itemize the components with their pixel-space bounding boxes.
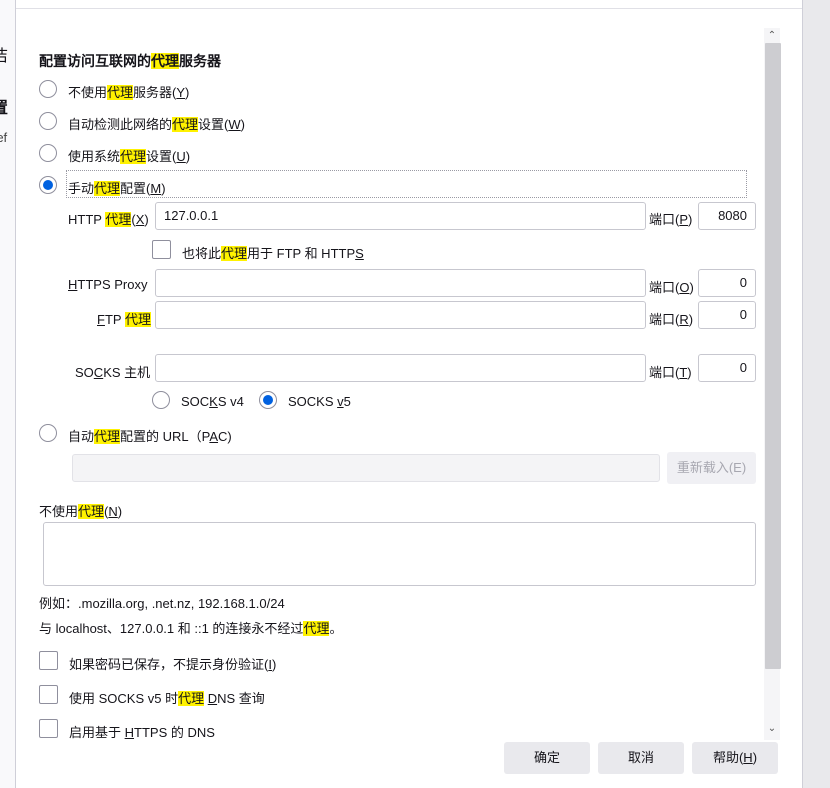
label-ftp-port: 端口(R)	[649, 312, 694, 327]
label-auto-detect[interactable]: 自动检测此网络的代理设置(W)	[68, 114, 245, 133]
radio-manual-proxy[interactable]	[39, 176, 57, 194]
section-title: 配置访问互联网的代理服务器	[39, 53, 221, 69]
label-ftp-proxy: FTP 代理	[97, 312, 151, 327]
label-no-auth-prompt[interactable]: 如果密码已保存，不提示身份验证(I)	[69, 654, 276, 673]
label-no-proxy[interactable]: 不使用代理服务器(Y)	[68, 82, 189, 101]
http-port-input[interactable]: 8080	[698, 202, 756, 230]
background-text-1: 洁	[0, 48, 9, 65]
radio-no-proxy[interactable]	[39, 80, 57, 98]
scroll-down-icon[interactable]: ⌄	[764, 722, 780, 736]
label-pac-url[interactable]: 自动代理配置的 URL（PAC)	[68, 426, 232, 445]
https-port-input[interactable]: 0	[698, 269, 756, 297]
ftp-port-input[interactable]: 0	[698, 301, 756, 329]
ok-button[interactable]: 确定	[504, 742, 590, 774]
localhost-note: 与 localhost、127.0.0.1 和 ::1 的连接永不经过代理。	[39, 621, 343, 636]
radio-system-proxy[interactable]	[39, 144, 57, 162]
radio-socks-v4[interactable]	[152, 391, 170, 409]
label-http-proxy: HTTP 代理(X)	[68, 212, 149, 227]
http-proxy-host-input[interactable]: 127.0.0.1	[155, 202, 646, 230]
label-system-proxy[interactable]: 使用系统代理设置(U)	[68, 146, 190, 165]
label-socks-host: SOCKS 主机	[75, 365, 151, 380]
reload-button[interactable]: 重新载入(E)	[667, 452, 756, 484]
scrollbar-thumb[interactable]	[765, 43, 781, 669]
checkbox-also-use-proxy[interactable]	[152, 240, 171, 259]
example-text: 例如：.mozilla.org, .net.nz, 192.168.1.0/24	[39, 596, 285, 611]
connection-settings-dialog: 配置访问互联网的代理服务器 不使用代理服务器(Y) 自动检测此网络的代理设置(W…	[15, 0, 803, 788]
radio-socks-v5[interactable]	[259, 391, 277, 409]
help-button[interactable]: 帮助(H)	[692, 742, 778, 774]
https-proxy-host-input[interactable]	[155, 269, 646, 297]
label-https-proxy: HTTPS Proxy	[68, 277, 148, 292]
socks-port-input[interactable]: 0	[698, 354, 756, 382]
checkbox-no-auth-prompt[interactable]	[39, 651, 58, 670]
radio-pac-url[interactable]	[39, 424, 57, 442]
dialog-content: 配置访问互联网的代理服务器 不使用代理服务器(Y) 自动检测此网络的代理设置(W…	[16, 0, 776, 740]
scroll-up-icon[interactable]: ⌃	[764, 29, 780, 43]
ftp-proxy-host-input[interactable]	[155, 301, 646, 329]
label-no-proxy-for: 不使用代理(N)	[39, 504, 123, 519]
label-manual-proxy[interactable]: 手动代理配置(M)	[68, 178, 166, 197]
radio-auto-detect[interactable]	[39, 112, 57, 130]
checkbox-https-dns[interactable]	[39, 719, 58, 738]
label-https-dns[interactable]: 启用基于 HTTPS 的 DNS	[69, 722, 215, 740]
socks-host-input[interactable]	[155, 354, 646, 382]
label-http-port: 端口(P)	[649, 212, 693, 227]
focus-outline	[66, 170, 747, 198]
label-socks-dns[interactable]: 使用 SOCKS v5 时代理 DNS 查询	[69, 688, 265, 707]
label-https-port: 端口(O)	[649, 280, 694, 295]
pac-url-input[interactable]	[72, 454, 660, 482]
cancel-button[interactable]: 取消	[598, 742, 684, 774]
label-socks-v4[interactable]: SOCKS v4	[181, 394, 244, 409]
no-proxy-for-textarea[interactable]	[43, 522, 756, 586]
label-also-use-proxy[interactable]: 也将此代理用于 FTP 和 HTTPS	[182, 243, 364, 262]
checkbox-socks-dns[interactable]	[39, 685, 58, 704]
background-text-3: ref	[0, 130, 8, 145]
label-socks-port: 端口(T)	[649, 365, 692, 380]
background-text-2: 置	[0, 100, 9, 117]
label-socks-v5[interactable]: SOCKS v5	[288, 394, 351, 409]
